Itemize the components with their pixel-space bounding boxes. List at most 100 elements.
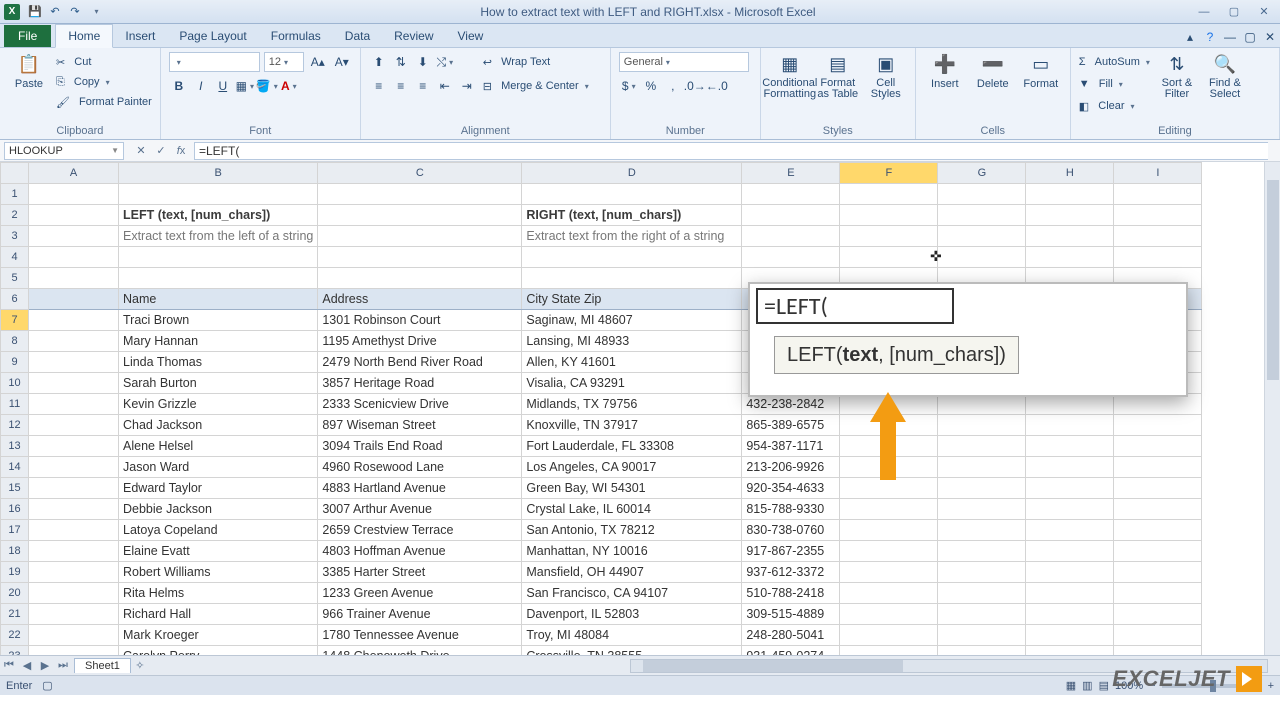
cell-D2[interactable]: RIGHT (text, [num_chars]) [522, 205, 742, 226]
cell-H22[interactable] [1026, 625, 1114, 646]
cell-B14[interactable]: Jason Ward [119, 457, 318, 478]
cell-I17[interactable] [1114, 520, 1202, 541]
cell-G2[interactable] [938, 205, 1026, 226]
tab-insert[interactable]: Insert [113, 25, 167, 47]
tab-home[interactable]: Home [55, 24, 113, 48]
cell-A15[interactable] [29, 478, 119, 499]
row-header-13[interactable]: 13 [1, 436, 29, 457]
cell-C9[interactable]: 2479 North Bend River Road [318, 352, 522, 373]
tab-view[interactable]: View [446, 25, 496, 47]
cell-C17[interactable]: 2659 Crestview Terrace [318, 520, 522, 541]
cell-A5[interactable] [29, 268, 119, 289]
cell-I15[interactable] [1114, 478, 1202, 499]
align-middle-icon[interactable]: ⇅ [391, 52, 411, 72]
cell-I23[interactable] [1114, 646, 1202, 656]
cell-C6[interactable]: Address [318, 289, 522, 310]
tab-nav-first-icon[interactable]: ⏮ [0, 659, 18, 672]
minimize-ribbon-icon[interactable]: ▴ [1180, 27, 1200, 47]
view-pagebreak-icon[interactable]: ▤ [1099, 679, 1109, 692]
cell-E18[interactable]: 917-867-2355 [742, 541, 840, 562]
cell-B15[interactable]: Edward Taylor [119, 478, 318, 499]
cell-D9[interactable]: Allen, KY 41601 [522, 352, 742, 373]
cell-A23[interactable] [29, 646, 119, 656]
restore-icon[interactable]: ▢ [1222, 4, 1246, 20]
cell-D3[interactable]: Extract text from the right of a string [522, 226, 742, 247]
cell-H20[interactable] [1026, 583, 1114, 604]
cell-C7[interactable]: 1301 Robinson Court [318, 310, 522, 331]
fx-icon[interactable]: fx [172, 142, 190, 160]
cell-D21[interactable]: Davenport, IL 52803 [522, 604, 742, 625]
cell-F17[interactable] [840, 520, 938, 541]
cell-D20[interactable]: San Francisco, CA 94107 [522, 583, 742, 604]
name-box[interactable]: HLOOKUP▼ [4, 142, 124, 160]
cell-G22[interactable] [938, 625, 1026, 646]
cell-E12[interactable]: 865-389-6575 [742, 415, 840, 436]
font-size-select[interactable]: 12 [264, 52, 304, 72]
cell-G17[interactable] [938, 520, 1026, 541]
cell-A10[interactable] [29, 373, 119, 394]
cell-D5[interactable] [522, 268, 742, 289]
tab-page-layout[interactable]: Page Layout [167, 25, 258, 47]
align-left-icon[interactable]: ≡ [369, 76, 389, 96]
new-sheet-icon[interactable]: ✧ [131, 659, 149, 672]
undo-icon[interactable]: ↶ [46, 3, 64, 21]
cell-A18[interactable] [29, 541, 119, 562]
cell-B21[interactable]: Richard Hall [119, 604, 318, 625]
cell-A7[interactable] [29, 310, 119, 331]
col-header-F[interactable]: F [840, 163, 938, 184]
cell-B19[interactable]: Robert Williams [119, 562, 318, 583]
cell-H3[interactable] [1026, 226, 1114, 247]
workbook-minimize-icon[interactable]: — [1220, 27, 1240, 47]
cell-F22[interactable] [840, 625, 938, 646]
delete-cells-button[interactable]: ➖Delete [972, 52, 1014, 90]
format-as-table-button[interactable]: ▤Format as Table [817, 52, 859, 100]
cell-E21[interactable]: 309-515-4889 [742, 604, 840, 625]
cell-B7[interactable]: Traci Brown [119, 310, 318, 331]
row-header-15[interactable]: 15 [1, 478, 29, 499]
cell-I18[interactable] [1114, 541, 1202, 562]
row-header-6[interactable]: 6 [1, 289, 29, 310]
cell-D17[interactable]: San Antonio, TX 78212 [522, 520, 742, 541]
cell-F1[interactable] [840, 184, 938, 205]
tab-formulas[interactable]: Formulas [259, 25, 333, 47]
cell-C22[interactable]: 1780 Tennessee Avenue [318, 625, 522, 646]
cell-G23[interactable] [938, 646, 1026, 656]
fill-button[interactable]: ▼ Fill [1079, 74, 1150, 94]
cell-E13[interactable]: 954-387-1171 [742, 436, 840, 457]
cell-C12[interactable]: 897 Wiseman Street [318, 415, 522, 436]
cell-C2[interactable] [318, 205, 522, 226]
cut-button[interactable]: ✂ Cut [56, 52, 152, 72]
cell-F3[interactable] [840, 226, 938, 247]
row-header-23[interactable]: 23 [1, 646, 29, 656]
cell-H19[interactable] [1026, 562, 1114, 583]
cell-C10[interactable]: 3857 Heritage Road [318, 373, 522, 394]
cell-B20[interactable]: Rita Helms [119, 583, 318, 604]
cell-F15[interactable] [840, 478, 938, 499]
increase-decimal-icon[interactable]: .0→ [685, 76, 705, 96]
cell-E2[interactable] [742, 205, 840, 226]
tab-nav-next-icon[interactable]: ▶ [36, 659, 54, 672]
cell-H12[interactable] [1026, 415, 1114, 436]
cell-I4[interactable] [1114, 247, 1202, 268]
cell-H13[interactable] [1026, 436, 1114, 457]
cell-A16[interactable] [29, 499, 119, 520]
cell-A8[interactable] [29, 331, 119, 352]
cell-F18[interactable] [840, 541, 938, 562]
cell-F4[interactable] [840, 247, 938, 268]
cell-H17[interactable] [1026, 520, 1114, 541]
cell-B8[interactable]: Mary Hannan [119, 331, 318, 352]
row-header-18[interactable]: 18 [1, 541, 29, 562]
cell-D16[interactable]: Crystal Lake, IL 60014 [522, 499, 742, 520]
row-header-2[interactable]: 2 [1, 205, 29, 226]
spreadsheet-grid[interactable]: ABCDEFGHI12LEFT (text, [num_chars])RIGHT… [0, 162, 1280, 655]
cancel-formula-icon[interactable]: ✕ [132, 142, 150, 160]
row-header-1[interactable]: 1 [1, 184, 29, 205]
cell-B16[interactable]: Debbie Jackson [119, 499, 318, 520]
qat-customize-icon[interactable] [86, 3, 104, 21]
cell-B2[interactable]: LEFT (text, [num_chars]) [119, 205, 318, 226]
cell-A14[interactable] [29, 457, 119, 478]
cell-D13[interactable]: Fort Lauderdale, FL 33308 [522, 436, 742, 457]
cell-D22[interactable]: Troy, MI 48084 [522, 625, 742, 646]
cell-A13[interactable] [29, 436, 119, 457]
row-header-21[interactable]: 21 [1, 604, 29, 625]
